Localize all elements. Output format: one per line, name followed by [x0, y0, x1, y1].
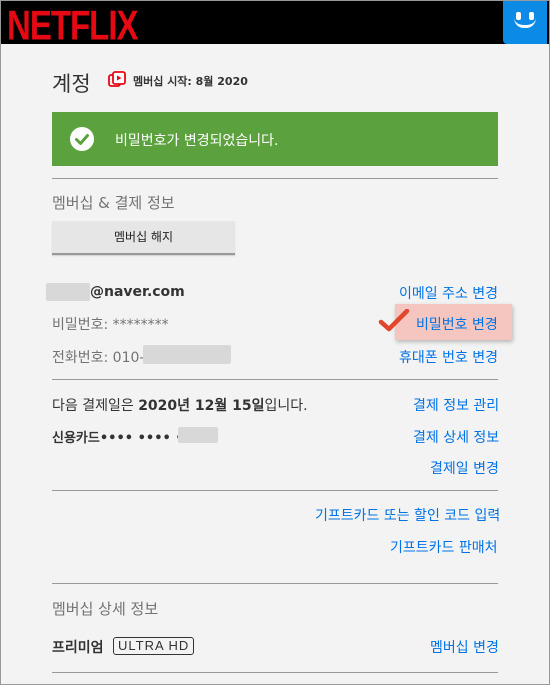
next-billing-date: 2020년 12월 15일 [138, 398, 265, 414]
change-phone-link[interactable]: 휴대폰 번호 변경 [399, 347, 498, 367]
divider [52, 379, 498, 380]
ultra-hd-badge: ULTRA HD [113, 637, 195, 655]
member-since-text: 멤버십 시작: 8월 2020 [133, 75, 248, 88]
divider [52, 672, 498, 673]
divider [52, 583, 498, 584]
email-redacted [46, 283, 90, 301]
change-billing-day-link[interactable]: 결제일 변경 [430, 458, 499, 478]
change-password-link[interactable]: 비밀번호 변경 [416, 314, 498, 334]
manage-payment-link[interactable]: 결제 정보 관리 [413, 395, 499, 415]
next-billing-prefix: 다음 결제일은 [52, 398, 139, 414]
next-billing-text: 다음 결제일은 2020년 12월 15일입니다. [52, 395, 308, 415]
phone-redacted [143, 345, 231, 364]
divider [52, 178, 498, 179]
card-redacted [178, 427, 218, 443]
membership-billing-heading: 멤버십 & 결제 정보 [52, 194, 175, 212]
top-bar: NETFLIX [0, 0, 550, 48]
plan-heading: 멤버십 상세 정보 [52, 600, 159, 618]
billing-details-link[interactable]: 결제 상세 정보 [413, 427, 499, 447]
gift-retailers-link[interactable]: 기프트카드 판매처 [390, 537, 498, 557]
email-value: @naver.com [90, 284, 185, 300]
page-title: 계정 [52, 72, 91, 96]
change-email-link[interactable]: 이메일 주소 변경 [399, 283, 498, 303]
avatar-smile [514, 18, 536, 28]
redeem-gift-link[interactable]: 기프트카드 또는 할인 코드 입력 [315, 505, 500, 525]
divider [52, 490, 498, 491]
check-circle-icon [70, 127, 94, 151]
cancel-membership-button[interactable]: 멤버십 해지 [52, 221, 235, 255]
member-since-icon [108, 71, 126, 87]
profile-avatar-icon[interactable] [503, 0, 547, 44]
plan-name: 프리미엄 [52, 640, 104, 656]
phone-value: 전화번호: 010- [52, 350, 145, 366]
netflix-logo[interactable]: NETFLIX [7, 2, 138, 50]
change-plan-link[interactable]: 멤버십 변경 [430, 637, 499, 657]
card-label: 신용카드 [52, 431, 100, 446]
banner-message: 비밀번호가 변경되었습니다. [115, 133, 279, 149]
password-value: 비밀번호: ******** [52, 317, 169, 333]
next-billing-suffix: 입니다. [264, 398, 308, 414]
checkmark-icon [378, 309, 410, 332]
